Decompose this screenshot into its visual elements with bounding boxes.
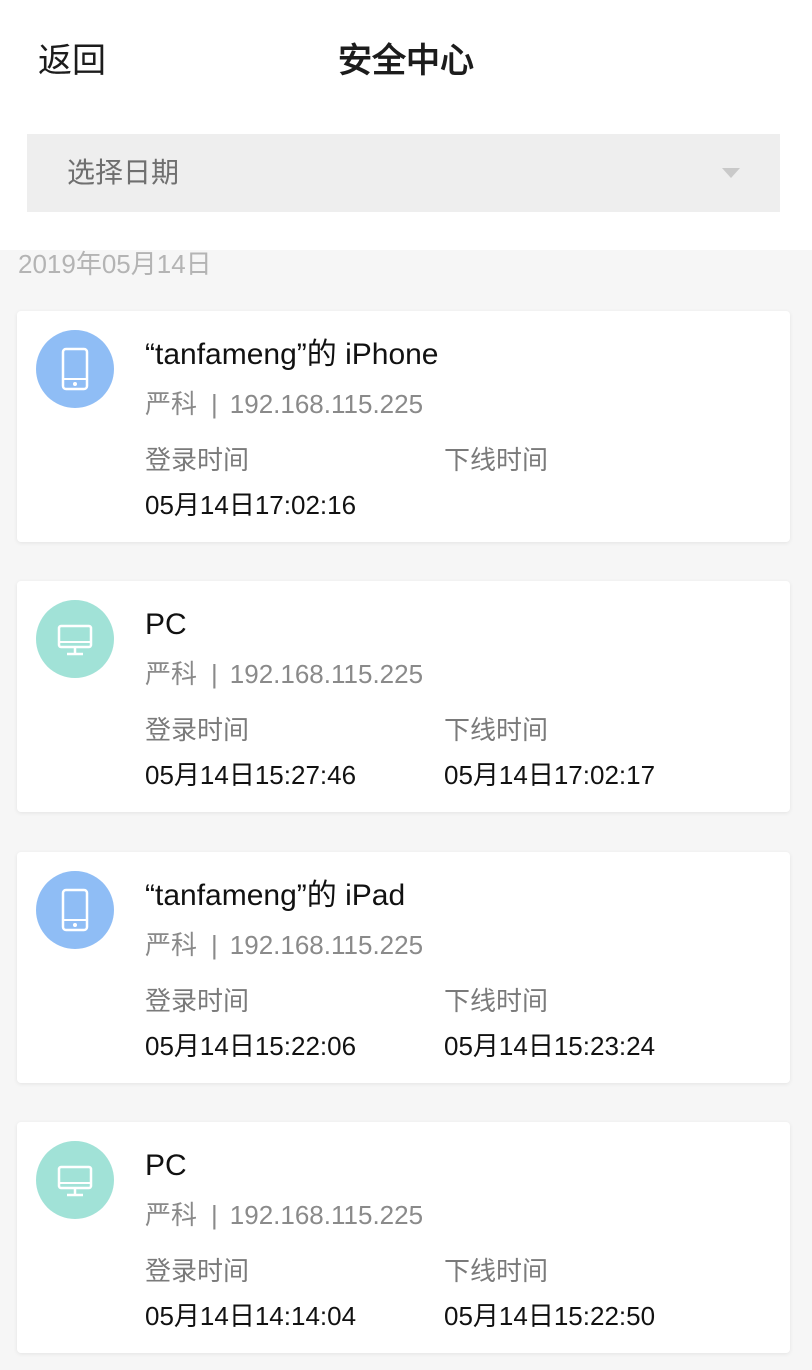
device-name: “tanfameng”的 iPhone — [145, 338, 439, 371]
login-time: 05月14日15:27:46 — [145, 760, 357, 790]
meta-separator: | — [211, 659, 218, 689]
ip-address: 192.168.115.225 — [229, 930, 424, 960]
logout-time-label: 下线时间 — [444, 715, 549, 745]
monitor-icon — [57, 624, 93, 656]
login-time: 05月14日14:14:04 — [145, 1301, 357, 1331]
device-name: “tanfameng”的 iPad — [145, 879, 406, 912]
session-meta: 严科 | 192.168.115.225 — [145, 387, 423, 421]
meta-separator: | — [211, 1200, 218, 1230]
device-avatar — [36, 330, 114, 408]
login-time-label: 登录时间 — [145, 1256, 250, 1286]
nav-bar: 返回 安全中心 — [0, 0, 812, 120]
session-meta: 严科 | 192.168.115.225 — [145, 1198, 423, 1232]
session-meta: 严科 | 192.168.115.225 — [145, 657, 423, 691]
logout-time: 05月14日15:23:24 — [444, 1031, 656, 1061]
phone-icon — [61, 888, 89, 932]
ip-address: 192.168.115.225 — [229, 1200, 424, 1230]
device-name: PC — [145, 608, 187, 641]
login-time: 05月14日15:22:06 — [145, 1031, 357, 1061]
session-card[interactable]: “tanfameng”的 iPad 严科 | 192.168.115.225 登录时… — [17, 852, 790, 1083]
meta-separator: | — [211, 389, 218, 419]
session-card[interactable]: PC 严科 | 192.168.115.225 登录时间 下线时间 05月14日15… — [17, 581, 790, 812]
meta-separator: | — [211, 930, 218, 960]
user-name: 严科 — [145, 930, 198, 960]
page-title: 安全中心 — [338, 42, 474, 80]
login-time-label: 登录时间 — [145, 986, 250, 1016]
date-select-label: 选择日期 — [67, 157, 180, 188]
date-group-header: 2019年05月14日 — [18, 249, 212, 279]
session-card[interactable]: “tanfameng”的 iPhone 严科 | 192.168.115.225 登… — [17, 311, 790, 542]
dropdown-arrow-icon — [722, 168, 740, 178]
device-avatar — [36, 600, 114, 678]
ip-address: 192.168.115.225 — [229, 659, 424, 689]
login-time-label: 登录时间 — [145, 715, 250, 745]
session-meta: 严科 | 192.168.115.225 — [145, 928, 423, 962]
device-name: PC — [145, 1149, 187, 1182]
ip-address: 192.168.115.225 — [229, 389, 424, 419]
login-time: 05月14日17:02:16 — [145, 490, 357, 520]
logout-time: 05月14日15:22:50 — [444, 1301, 656, 1331]
user-name: 严科 — [145, 389, 198, 419]
logout-time-label: 下线时间 — [444, 1256, 549, 1286]
logout-time: 05月14日17:02:17 — [444, 760, 656, 790]
device-avatar — [36, 871, 114, 949]
user-name: 严科 — [145, 659, 198, 689]
user-name: 严科 — [145, 1200, 198, 1230]
logout-time-label: 下线时间 — [444, 445, 549, 475]
monitor-icon — [57, 1165, 93, 1197]
login-time-label: 登录时间 — [145, 445, 250, 475]
date-select-dropdown[interactable]: 选择日期 — [27, 134, 780, 212]
session-card[interactable]: PC 严科 | 192.168.115.225 登录时间 下线时间 05月14日14… — [17, 1122, 790, 1353]
phone-icon — [61, 347, 89, 391]
logout-time-label: 下线时间 — [444, 986, 549, 1016]
device-avatar — [36, 1141, 114, 1219]
security-center-page: 返回 安全中心 选择日期 2019年05月14日 “tanfameng”的 iP… — [0, 0, 812, 1370]
